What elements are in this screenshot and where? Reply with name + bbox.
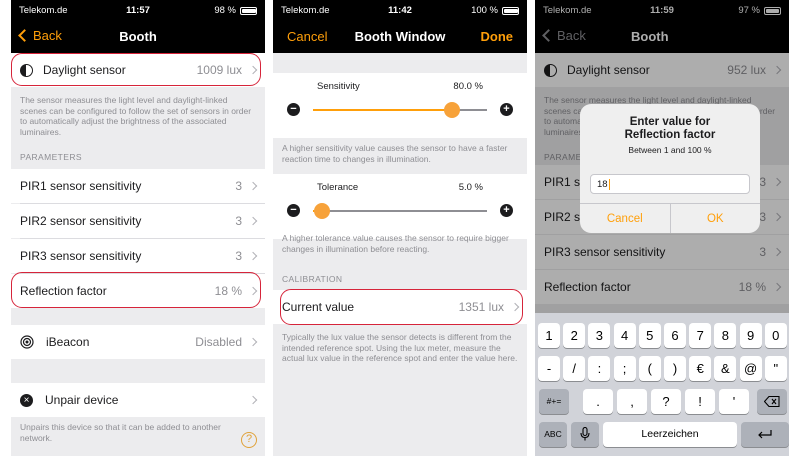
key-symbol-4[interactable]: ( (638, 356, 661, 381)
dialog-message: Between 1 and 100 % (628, 145, 712, 155)
daylight-description: The sensor measures the light level and … (20, 95, 252, 137)
key-9[interactable]: 9 (739, 323, 762, 348)
pir3-row[interactable]: PIR3 sensor sensitivity 3 (11, 239, 265, 273)
key-0[interactable]: 0 (764, 323, 787, 348)
key-space[interactable]: Leerzeichen (603, 422, 737, 447)
key-more-symbols[interactable]: #+= (539, 389, 569, 414)
key-8[interactable]: 8 (714, 323, 737, 348)
done-button[interactable]: Done (481, 29, 514, 44)
sensitivity-slider[interactable] (313, 109, 487, 111)
tolerance-label: Tolerance (317, 182, 359, 193)
pir2-row[interactable]: PIR2 sensor sensitivity 3 (11, 204, 265, 238)
key-6[interactable]: 6 (664, 323, 686, 348)
calibration-note: Typically the lux value the sensor detec… (282, 332, 518, 363)
key-symbol-2[interactable]: : (588, 356, 611, 381)
key-symbol-7[interactable]: & (714, 356, 737, 381)
key-punct-0[interactable]: . (583, 389, 613, 414)
dialog-ok-button[interactable]: OK (669, 204, 761, 233)
parameters-header: PARAMETERS (20, 152, 82, 162)
key-symbol-3[interactable]: ; (613, 356, 636, 381)
tolerance-note: A higher tolerance value causes the sens… (282, 233, 509, 254)
sensitivity-label: Sensitivity (317, 81, 360, 92)
battery-label: 98 % (214, 5, 236, 16)
key-return[interactable] (741, 422, 789, 447)
screen-booth-window: Telekom.de 11:42 100 % Cancel Booth Wind… (273, 0, 527, 456)
key-dictation[interactable] (571, 422, 599, 447)
key-5[interactable]: 5 (638, 323, 661, 348)
dialog-cancel-button[interactable]: Cancel (580, 204, 670, 233)
key-7[interactable]: 7 (689, 323, 712, 348)
sensitivity-slider-thumb[interactable] (444, 102, 461, 118)
key-1[interactable]: 1 (538, 323, 560, 348)
key-2[interactable]: 2 (563, 323, 586, 348)
nav-bar: Back Booth (11, 20, 265, 53)
key-symbol-8[interactable]: @ (739, 356, 762, 381)
key-symbol-0[interactable]: - (538, 356, 560, 381)
chevron-right-icon (248, 216, 258, 226)
tolerance-slider[interactable] (313, 210, 487, 212)
highlight-daylight (11, 53, 261, 86)
numeric-keyboard: 1234567890 - /:;() € & @ " #+=.,?! ' ABC Leerz… (535, 313, 789, 456)
chevron-right-icon (248, 337, 258, 347)
key-symbol-9[interactable]: " (764, 356, 787, 381)
tolerance-decrease-button[interactable]: − (287, 204, 300, 217)
unpair-device-row[interactable]: × Unpair device (11, 383, 265, 417)
microphone-icon (580, 426, 590, 441)
sensitivity-slider-box: Sensitivity 80.0 % − + (273, 73, 527, 138)
key-symbol-5[interactable]: ) (664, 356, 686, 381)
chevron-right-icon (248, 181, 258, 191)
tolerance-value: 5.0 % (458, 182, 483, 193)
ibeacon-icon (20, 335, 34, 349)
highlight-current-value (280, 289, 523, 325)
sensitivity-decrease-button[interactable]: − (287, 103, 300, 116)
enter-value-dialog: Enter value for Reflection factor Betwee… (580, 104, 760, 233)
key-punct-2[interactable]: ? (651, 389, 681, 414)
close-circle-icon: × (20, 393, 33, 407)
tolerance-slider-box: Tolerance 5.0 % − + (273, 174, 527, 239)
help-icon[interactable]: ? (241, 432, 257, 448)
unpair-note: Unpairs this device so that it can be ad… (20, 422, 221, 443)
key-3[interactable]: 3 (588, 323, 611, 348)
key-symbol-1[interactable]: / (563, 356, 586, 381)
key-punct-3[interactable]: ! (685, 389, 715, 414)
return-icon (758, 430, 772, 439)
dialog-title-line1: Enter value for (629, 116, 711, 128)
ibeacon-row[interactable]: iBeacon Disabled (11, 325, 265, 359)
text-caret (608, 178, 611, 190)
key-backspace[interactable] (757, 389, 787, 414)
chevron-right-icon (248, 251, 258, 261)
highlight-reflection (11, 272, 261, 308)
sensitivity-value: 80.0 % (453, 81, 483, 92)
key-symbol-6[interactable]: € (689, 356, 712, 381)
value-input[interactable]: 18 (590, 174, 750, 194)
status-bar: Telekom.de 11:57 98 % (11, 0, 265, 20)
nav-bar: Cancel Booth Window Done (273, 20, 527, 53)
page-title: Booth (119, 29, 157, 44)
key-abc[interactable]: ABC (539, 422, 567, 447)
tolerance-increase-button[interactable]: + (500, 204, 513, 217)
battery-icon (240, 6, 257, 15)
sensitivity-note: A higher sensitivity value causes the se… (282, 143, 508, 164)
screen-booth-settings: Telekom.de 11:57 98 % Back Booth Dayligh… (11, 0, 265, 456)
key-4[interactable]: 4 (613, 323, 636, 348)
status-bar: Telekom.de 11:42 100 % (273, 0, 527, 20)
key-punct-1[interactable]: , (617, 389, 647, 414)
backspace-icon (763, 395, 780, 408)
screen-enter-value: Telekom.de 11:59 97 % Back Booth Dayligh… (535, 0, 789, 456)
battery-icon (502, 6, 519, 15)
key-punct-4[interactable]: ' (719, 389, 749, 414)
tolerance-slider-thumb[interactable] (313, 203, 330, 219)
pir1-row[interactable]: PIR1 sensor sensitivity 3 (11, 169, 265, 203)
dialog-title-line2: Reflection factor (624, 129, 716, 141)
calibration-header: CALIBRATION (282, 274, 343, 284)
battery-label: 100 % (471, 5, 498, 16)
sensitivity-increase-button[interactable]: + (500, 103, 513, 116)
chevron-right-icon (248, 395, 258, 405)
